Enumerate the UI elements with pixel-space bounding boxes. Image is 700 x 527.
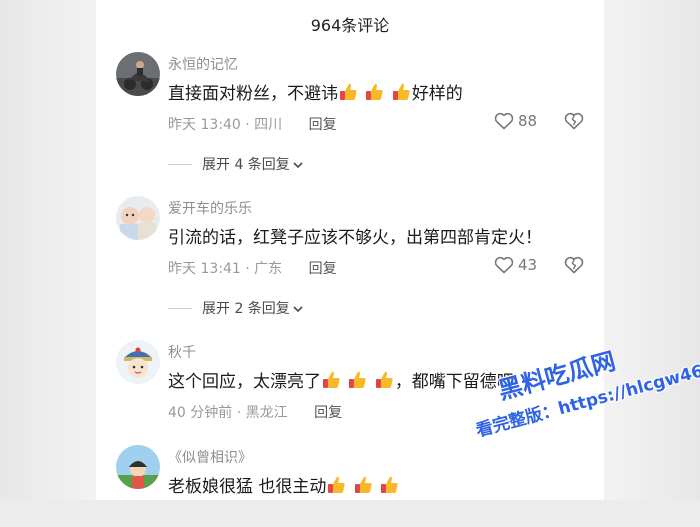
thumbs-up-emoji-group: [326, 475, 400, 500]
like-button[interactable]: 88: [494, 112, 537, 130]
broken-heart-icon: [564, 256, 584, 274]
divider-line: [168, 164, 192, 165]
avatar[interactable]: [116, 196, 160, 240]
comment-text: 老板娘很猛 也很主动: [168, 472, 400, 500]
thumbs-up-emoji: [366, 83, 384, 100]
thumbs-up-emoji: [375, 371, 393, 388]
divider-line: [168, 308, 192, 309]
comment-text-part: ，都嘴下留德吧: [394, 372, 514, 392]
background-left: [0, 0, 96, 500]
expand-replies-button[interactable]: 展开 2 条回复: [168, 298, 304, 318]
avatar[interactable]: [116, 340, 160, 384]
comment-location: 广东: [254, 261, 283, 277]
comment-meta: 40 分钟前 · 黑龙江 回复: [168, 405, 343, 421]
thumbs-up-emoji: [323, 371, 340, 388]
comments-count-title: 964条评论: [310, 16, 390, 35]
dislike-button[interactable]: [564, 256, 584, 278]
heart-icon: [494, 256, 514, 274]
avatar[interactable]: [116, 52, 160, 96]
comment-text: 直接面对粉丝，不避讳 好样的: [168, 79, 463, 107]
expand-replies-label: 展开 2 条回复: [202, 301, 290, 317]
username[interactable]: 秋千: [168, 342, 196, 362]
comment-meta: 昨天 13:40 · 四川 回复: [168, 117, 337, 133]
comment-text: 引流的话，红凳子应该不够火，出第四部肯定火！: [168, 223, 542, 248]
username[interactable]: 《似曾相识》: [168, 447, 252, 467]
comment-item: 爱开车的乐乐 引流的话，红凳子应该不够火，出第四部肯定火！ 昨天 13:41 ·…: [96, 196, 604, 286]
thumbs-up-emoji-group: [338, 82, 412, 107]
chevron-down-icon: [293, 162, 303, 169]
comment-text-part: 这个回应，太漂亮了: [168, 372, 321, 392]
comment-location: 四川: [254, 117, 283, 133]
comment-text-part: 引流的话，红凳子应该不够火，出第四部肯定火！: [168, 228, 542, 248]
comment-time: 昨天 13:41: [168, 261, 241, 277]
like-count: 43: [518, 256, 538, 274]
expand-replies-button[interactable]: 展开 4 条回复: [168, 154, 304, 174]
reply-button[interactable]: 回复: [314, 405, 342, 421]
comment-item: 《似曾相识》 老板娘很猛 也很主动: [96, 445, 604, 500]
chevron-down-icon: [293, 306, 303, 313]
username[interactable]: 爱开车的乐乐: [168, 198, 252, 218]
comment-text-part: 直接面对粉丝，不避讳: [168, 84, 338, 104]
username[interactable]: 永恒的记忆: [168, 54, 238, 74]
expand-replies-label: 展开 4 条回复: [202, 157, 290, 173]
thumbs-up-emoji: [340, 83, 357, 100]
thumbs-up-emoji: [328, 476, 346, 493]
reply-button[interactable]: 回复: [309, 261, 337, 277]
comment-item: 永恒的记忆 直接面对粉丝，不避讳 好样的 昨天 13:40 · 四川 回复 88: [96, 52, 604, 142]
heart-icon: [494, 112, 514, 130]
thumbs-up-emoji: [349, 371, 367, 388]
comment-location: 黑龙江: [245, 405, 288, 421]
like-count: 88: [518, 112, 538, 130]
thumbs-up-emoji: [392, 83, 410, 100]
comment-text: 这个回应，太漂亮了 ，都嘴下留德吧: [168, 367, 514, 395]
comment-text-part: 好样的: [411, 84, 463, 104]
thumbs-up-emoji-group: [321, 370, 395, 395]
comment-time: 昨天 13:40: [168, 117, 241, 133]
background-right: [604, 0, 700, 500]
like-button[interactable]: 43: [494, 256, 537, 274]
comments-panel: 964条评论 永恒的记忆 直接面对粉丝，不避讳 好样的 昨天 13:40 · 四…: [96, 0, 604, 500]
avatar[interactable]: [116, 445, 160, 489]
thumbs-up-emoji: [354, 476, 372, 493]
dislike-button[interactable]: [564, 112, 584, 134]
thumbs-up-emoji: [381, 476, 398, 493]
comment-item: 秋千 这个回应，太漂亮了 ，都嘴下留德吧 40 分钟前 · 黑龙江 回复: [96, 340, 604, 430]
broken-heart-icon: [564, 112, 584, 130]
comment-text-part: 老板娘很猛 也很主动: [168, 477, 327, 497]
reply-button[interactable]: 回复: [309, 117, 337, 133]
comment-time: 40 分钟前: [168, 405, 233, 421]
comment-meta: 昨天 13:41 · 广东 回复: [168, 261, 337, 277]
